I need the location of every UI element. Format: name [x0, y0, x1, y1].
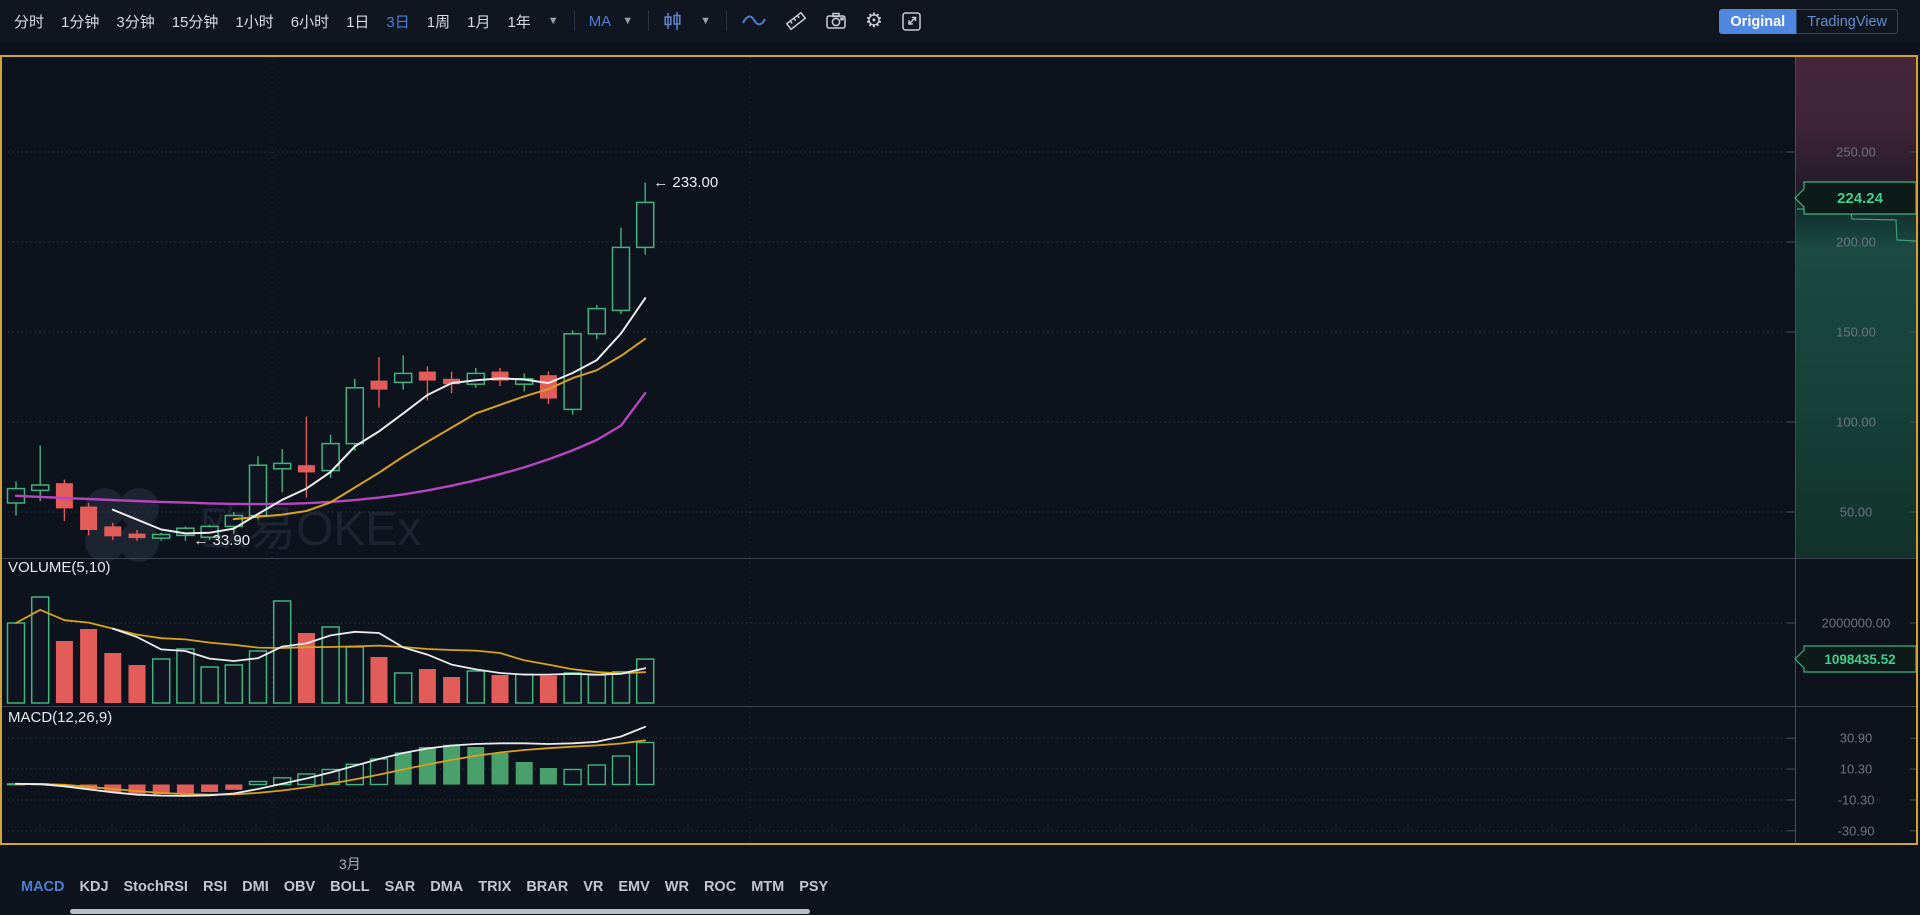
timeframe-button-9[interactable]: 1月	[467, 11, 490, 32]
timeframe-button-0[interactable]: 分时	[14, 11, 44, 32]
indicator-tab-dma[interactable]: DMA	[430, 879, 463, 895]
pane-dividers	[1, 57, 1917, 844]
chart-view-toggle: Original TradingView	[1719, 9, 1898, 34]
volume-series	[8, 597, 654, 703]
svg-text:-10.30: -10.30	[1838, 793, 1875, 808]
depth-axis-panel	[1796, 57, 1917, 558]
macd-axis-labels: 30.90 10.30 -10.30 -30.90	[1787, 731, 1917, 839]
indicator-tab-trix[interactable]: TRIX	[478, 879, 511, 895]
indicator-tab-brar[interactable]: BRAR	[526, 879, 568, 895]
toolbar-divider	[648, 11, 649, 31]
svg-text:2000000.00: 2000000.00	[1822, 616, 1891, 631]
indicator-tab-psy[interactable]: PSY	[799, 879, 828, 895]
toolbar: 分时 1分钟 3分钟 15分钟 1小时 6小时 1日 3日 1周 1月 1年 ▼ MA ▼ ▼	[0, 0, 1920, 42]
indicator-tab-rsi[interactable]: RSI	[203, 879, 227, 895]
timeframe-button-2[interactable]: 3分钟	[116, 11, 154, 32]
indicator-tab-bar: MACD KDJ StochRSI RSI DMI OBV BOLL SAR DMA TRIX BR…	[21, 879, 828, 895]
timeframe-button-7[interactable]: 3日	[386, 11, 409, 32]
volume-pane-title: VOLUME(5,10)	[8, 559, 111, 576]
macd-series	[8, 727, 654, 796]
high-price-annotation: ← 233.00	[653, 174, 718, 191]
timeframe-button-5[interactable]: 6小时	[291, 11, 329, 32]
indicator-tab-emv[interactable]: EMV	[618, 879, 649, 895]
svg-text:10.30: 10.30	[1840, 762, 1873, 777]
indicator-tab-stochrsi[interactable]: StochRSI	[124, 879, 188, 895]
last-volume-tag: 1098435.52	[1795, 646, 1916, 672]
timeframe-group: 分时 1分钟 3分钟 15分钟 1小时 6小时 1日 3日 1周 1月 1年	[14, 11, 548, 32]
timeframe-button-10[interactable]: 1年	[507, 11, 530, 32]
timeframe-button-1[interactable]: 1分钟	[61, 11, 99, 32]
indicator-tab-boll[interactable]: BOLL	[330, 879, 369, 895]
low-price-annotation: ← 33.90	[193, 532, 250, 549]
timeframe-button-8[interactable]: 1周	[427, 11, 450, 32]
toolbar-divider	[574, 11, 575, 31]
svg-text:224.24: 224.24	[1837, 190, 1884, 207]
timeframe-button-6[interactable]: 1日	[346, 11, 369, 32]
svg-text:1098435.52: 1098435.52	[1824, 652, 1895, 667]
timeframe-button-3[interactable]: 15分钟	[172, 11, 219, 32]
chevron-down-icon[interactable]: ▼	[548, 15, 559, 27]
camera-icon[interactable]	[825, 11, 847, 31]
indicator-tab-kdj[interactable]: KDJ	[80, 879, 109, 895]
timeframe-button-4[interactable]: 1小时	[235, 11, 273, 32]
indicator-tab-vr[interactable]: VR	[583, 879, 603, 895]
chevron-down-icon[interactable]: ▼	[622, 15, 633, 27]
svg-text:50.00: 50.00	[1840, 505, 1873, 520]
toolbar-divider	[726, 11, 727, 31]
svg-text:250.00: 250.00	[1836, 145, 1876, 160]
time-axis-label: 3月	[339, 854, 361, 874]
ruler-icon[interactable]	[785, 10, 807, 32]
ma-indicator-button[interactable]: MA	[589, 13, 612, 30]
chart-canvas[interactable]: 欧易OKEx250.00200.00150.00100.0050.0020000…	[0, 0, 1920, 915]
indicator-tab-wr[interactable]: WR	[665, 879, 689, 895]
original-view-button[interactable]: Original	[1719, 9, 1796, 34]
svg-text:200.00: 200.00	[1836, 235, 1876, 250]
indicator-tab-obv[interactable]: OBV	[284, 879, 315, 895]
volume-axis-labels: 2000000.00	[1787, 616, 1917, 631]
indicator-tab-mtm[interactable]: MTM	[751, 879, 784, 895]
chart-frame-border	[1, 56, 1917, 844]
horizontal-scrollbar[interactable]	[70, 909, 810, 914]
macd-pane-title: MACD(12,26,9)	[8, 709, 112, 726]
indicator-tab-dmi[interactable]: DMI	[242, 879, 269, 895]
indicator-tab-roc[interactable]: ROC	[704, 879, 736, 895]
svg-text:-30.90: -30.90	[1838, 823, 1875, 838]
wave-line-icon[interactable]	[741, 12, 767, 30]
collapse-icon[interactable]	[901, 11, 922, 32]
svg-text:150.00: 150.00	[1836, 325, 1876, 340]
svg-text:100.00: 100.00	[1836, 415, 1876, 430]
gridlines	[8, 152, 1795, 831]
indicator-tab-macd[interactable]: MACD	[21, 879, 65, 895]
svg-text:30.90: 30.90	[1840, 731, 1873, 746]
gear-icon[interactable]: ⚙	[865, 11, 883, 31]
indicator-tab-sar[interactable]: SAR	[385, 879, 416, 895]
tradingview-view-button[interactable]: TradingView	[1796, 9, 1898, 34]
last-price-tag: 224.24	[1795, 182, 1916, 214]
candle-style-icon[interactable]	[663, 11, 682, 31]
chevron-down-icon[interactable]: ▼	[700, 15, 711, 27]
candle-series	[8, 183, 654, 541]
